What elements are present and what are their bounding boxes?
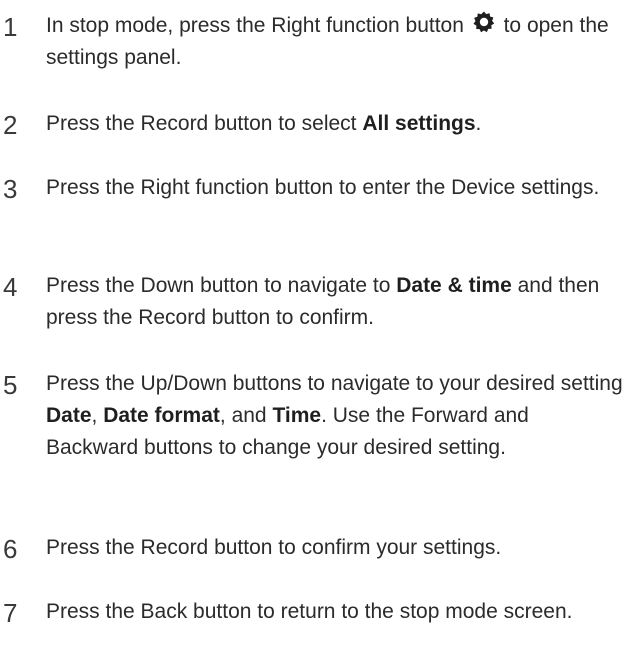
step-number: 2 (3, 110, 18, 140)
step-text-part: , (91, 404, 104, 427)
step-text: Press the Down button to navigate to Dat… (46, 270, 626, 334)
step-text-part: . (475, 112, 482, 135)
step-text: Press the Record button to select All se… (46, 108, 626, 140)
step-text-part: Press the Up/Down buttons to navigate to… (46, 372, 623, 395)
step-text-part: In stop mode, press the Right function b… (46, 14, 464, 37)
step-number: 3 (3, 174, 18, 204)
step-text: Press the Up/Down buttons to navigate to… (46, 368, 626, 464)
step-bold-term: Date (46, 404, 92, 427)
step-number: 7 (3, 598, 18, 628)
step-number: 6 (3, 534, 18, 564)
step-number: 5 (3, 370, 18, 400)
step-bold-term: Time (272, 404, 322, 427)
step-bold-term: All settings (362, 112, 476, 135)
step-text: Press the Record button to confirm your … (46, 532, 626, 564)
step-text-part: Press the Record button to confirm your … (46, 536, 502, 559)
instruction-steps: 1 In stop mode, press the Right function… (0, 0, 628, 646)
step-text-part: , and (219, 404, 273, 427)
step-text-part: Press the Back button to return to the s… (46, 600, 573, 623)
step-text-part: Press the Right function button to enter… (46, 176, 600, 199)
step-text: Press the Right function button to enter… (46, 172, 626, 204)
step-text: Press the Back button to return to the s… (46, 596, 626, 628)
step-bold-term: Date format (103, 404, 220, 427)
gear-icon (472, 10, 496, 34)
step-text: In stop mode, press the Right function b… (46, 10, 626, 74)
step-number: 4 (3, 272, 18, 302)
step-bold-term: Date & time (396, 274, 512, 297)
step-text-part: Press the Down button to navigate to (46, 274, 397, 297)
step-number: 1 (3, 12, 18, 42)
step-text-part: Press the Record button to select (46, 112, 363, 135)
